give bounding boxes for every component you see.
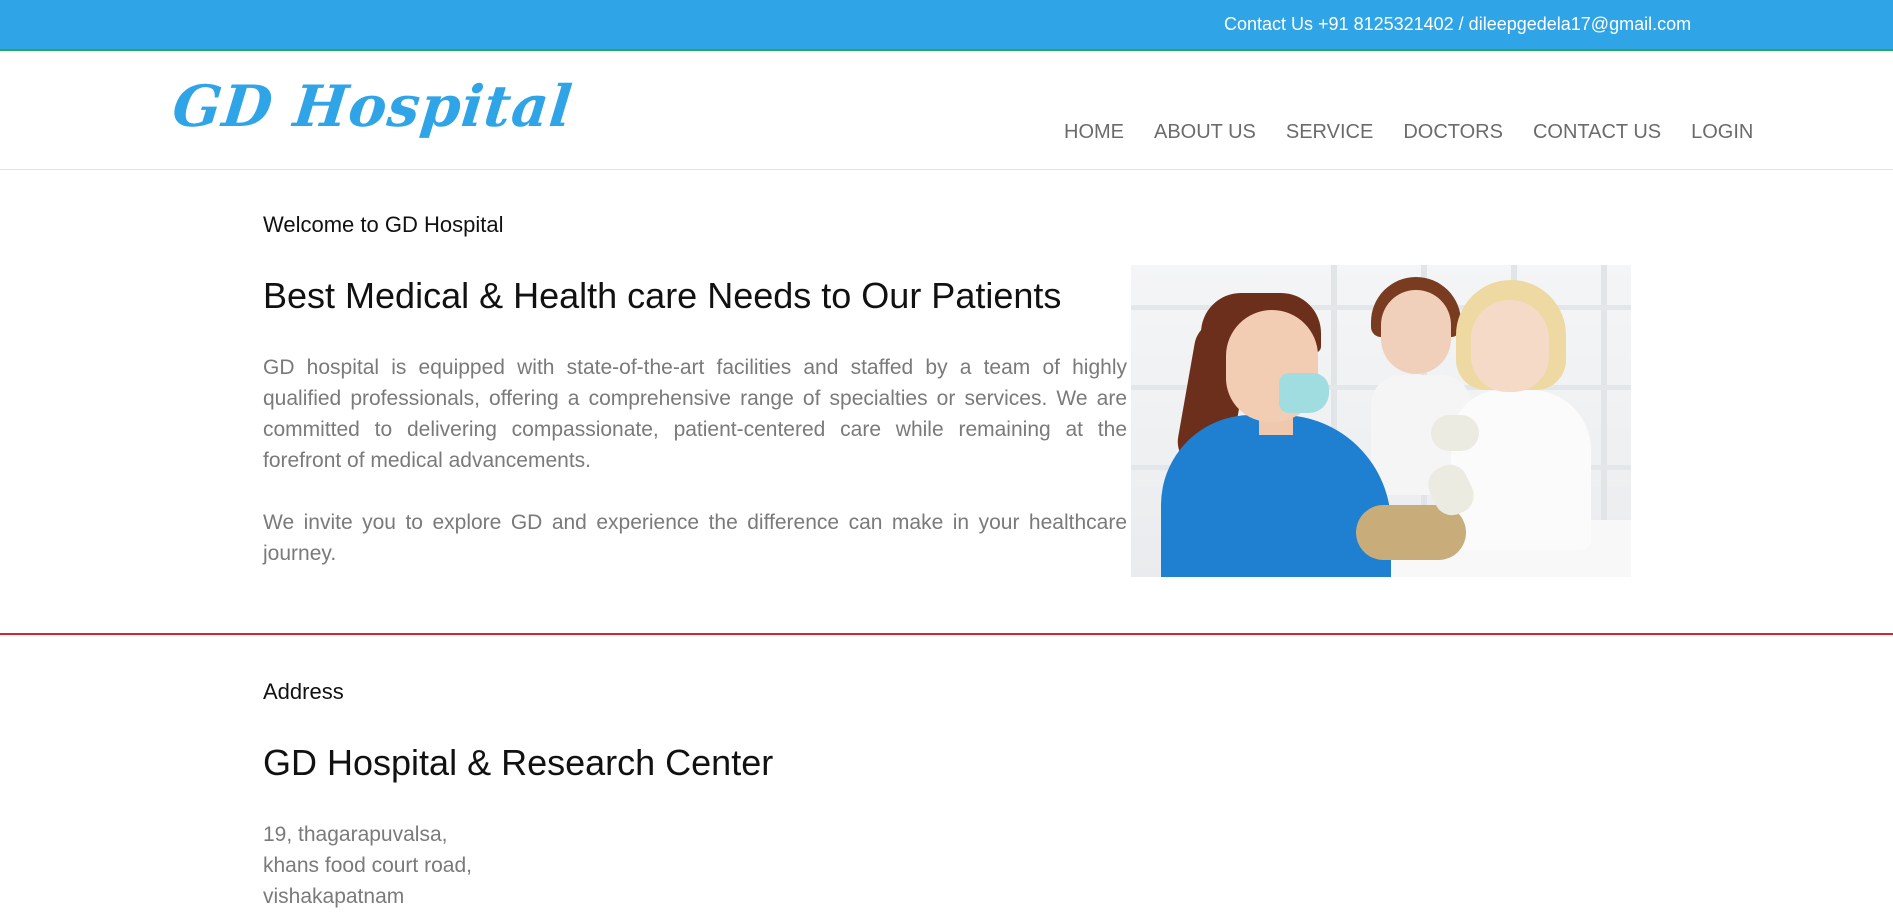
address-line-1: 19, thagarapuvalsa,: [263, 823, 448, 846]
site-logo[interactable]: GD Hospital: [169, 73, 575, 140]
address-name: GD Hospital & Research Center: [263, 742, 774, 783]
hero-image: [1131, 265, 1631, 577]
address-line-3: vishakapatnam: [263, 885, 405, 908]
nav-contact-us[interactable]: CONTACT US: [1533, 121, 1661, 144]
address-eyebrow: Address: [263, 679, 344, 704]
address-section: Address GD Hospital & Research Center 19…: [0, 637, 1893, 908]
nav-login[interactable]: LOGIN: [1691, 121, 1753, 144]
nav-home[interactable]: HOME: [1064, 121, 1124, 144]
welcome-section: Welcome to GD Hospital Best Medical & He…: [0, 170, 1893, 635]
nav-service[interactable]: SERVICE: [1286, 121, 1373, 144]
welcome-eyebrow: Welcome to GD Hospital: [263, 212, 504, 237]
site-header: GD Hospital HOME ABOUT US SERVICE DOCTOR…: [0, 51, 1893, 170]
welcome-paragraph-2: We invite you to explore GD and experien…: [263, 511, 1127, 565]
main-nav: HOME ABOUT US SERVICE DOCTORS CONTACT US…: [1064, 121, 1753, 144]
address-line-2: khans food court road,: [263, 854, 472, 877]
contact-info: Contact Us +91 8125321402 / dileepgedela…: [1224, 14, 1692, 34]
welcome-paragraph-1: GD hospital is equipped with state-of-th…: [263, 356, 1127, 472]
nav-about-us[interactable]: ABOUT US: [1154, 121, 1256, 144]
top-contact-bar: Contact Us +91 8125321402 / dileepgedela…: [0, 0, 1893, 51]
nav-doctors[interactable]: DOCTORS: [1403, 121, 1503, 144]
welcome-headline: Best Medical & Health care Needs to Our …: [263, 275, 1062, 316]
